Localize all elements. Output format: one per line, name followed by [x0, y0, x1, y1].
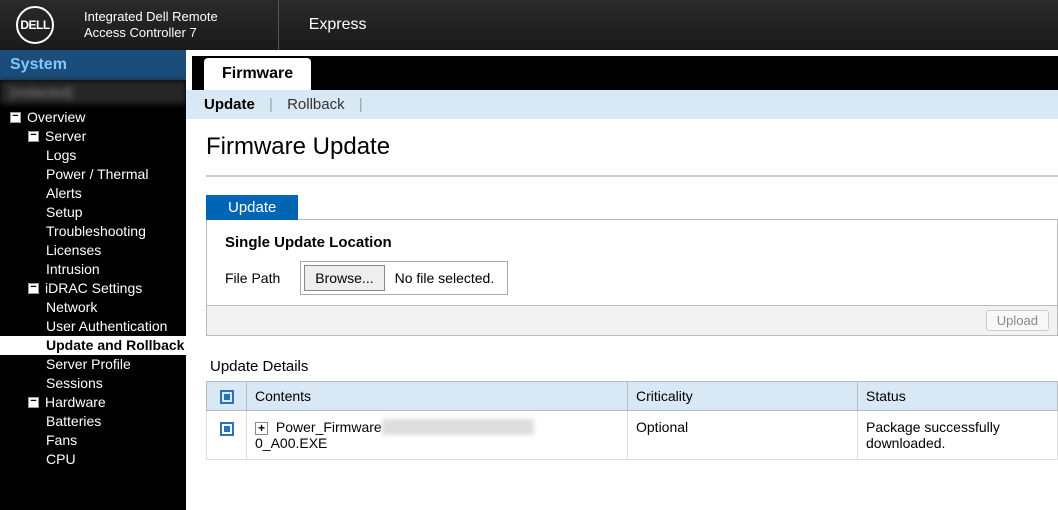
col-status: Status	[858, 382, 1058, 411]
select-all-checkbox[interactable]	[220, 390, 234, 404]
product-title: Integrated Dell Remote Access Controller…	[84, 9, 218, 40]
separator: |	[359, 96, 363, 113]
col-contents: Contents	[247, 382, 628, 411]
table-row: + Power_Firmware_XXXX_XXXXX_XXXX_ 0_A00.…	[207, 411, 1058, 460]
update-details-title: Update Details	[210, 358, 1058, 375]
subtab-update[interactable]: Update	[204, 96, 255, 113]
nav-troubleshooting[interactable]: Troubleshooting	[10, 222, 186, 241]
main-panel: Firmware Update | Rollback | Firmware Up…	[186, 50, 1058, 510]
nav-licenses[interactable]: Licenses	[10, 241, 186, 260]
sub-tabbar: Update | Rollback |	[186, 90, 1058, 119]
collapse-icon[interactable]: −	[28, 131, 39, 142]
subtab-rollback[interactable]: Rollback	[287, 96, 345, 113]
collapse-icon[interactable]: −	[28, 397, 39, 408]
product-title-line1: Integrated Dell Remote	[84, 9, 218, 24]
page-title: Firmware Update	[206, 133, 1058, 161]
nav-tree: −Overview −Server Logs Power / Thermal A…	[0, 104, 186, 469]
nav-hardware[interactable]: −Hardware	[10, 393, 186, 412]
dell-logo: DELL	[16, 6, 54, 44]
package-name-suffix: 0_A00.EXE	[255, 435, 327, 451]
nav-update-rollback[interactable]: Update and Rollback	[0, 336, 186, 355]
nav-user-auth[interactable]: User Authentication	[10, 317, 186, 336]
top-header: DELL Integrated Dell Remote Access Contr…	[0, 0, 1058, 50]
row-checkbox[interactable]	[220, 422, 234, 436]
cell-status: Package successfully downloaded.	[858, 411, 1058, 460]
nav-alerts[interactable]: Alerts	[10, 184, 186, 203]
single-update-box: Single Update Location File Path Browse.…	[206, 219, 1058, 306]
nav-label: Overview	[27, 108, 85, 127]
nav-power-thermal[interactable]: Power / Thermal	[10, 165, 186, 184]
nav-intrusion[interactable]: Intrusion	[10, 260, 186, 279]
nav-cpu[interactable]: CPU	[10, 450, 186, 469]
cell-criticality: Optional	[628, 411, 858, 460]
tab-firmware[interactable]: Firmware	[204, 58, 311, 90]
sidebar: System [redacted] −Overview −Server Logs…	[0, 50, 186, 510]
box-title: Single Update Location	[225, 234, 1039, 251]
nav-network[interactable]: Network	[10, 298, 186, 317]
inner-tab-update[interactable]: Update	[206, 195, 298, 220]
nav-label: iDRAC Settings	[45, 279, 142, 298]
nav-server[interactable]: −Server	[10, 127, 186, 146]
file-chooser: Browse... No file selected.	[300, 261, 508, 295]
product-mode: Express	[278, 0, 367, 50]
sidebar-hostname: [redacted]	[0, 80, 186, 104]
nav-label: Hardware	[45, 393, 106, 412]
divider	[206, 175, 1058, 177]
collapse-icon[interactable]: −	[10, 112, 21, 123]
col-criticality: Criticality	[628, 382, 858, 411]
nav-overview[interactable]: −Overview	[10, 108, 186, 127]
top-tabbar: Firmware	[186, 56, 1058, 90]
browse-button[interactable]: Browse...	[304, 265, 384, 291]
file-path-label: File Path	[225, 270, 280, 286]
product-title-line2: Access Controller 7	[84, 25, 197, 40]
separator: |	[269, 96, 273, 113]
file-chooser-status: No file selected.	[385, 270, 505, 286]
package-name-redacted: _XXXX_XXXXX_XXXX_	[382, 419, 535, 435]
nav-batteries[interactable]: Batteries	[10, 412, 186, 431]
nav-label: Server	[45, 127, 86, 146]
expand-icon[interactable]: +	[255, 422, 268, 435]
action-bar: Upload	[206, 306, 1058, 336]
sidebar-heading: System	[0, 50, 186, 80]
nav-idrac-settings[interactable]: −iDRAC Settings	[10, 279, 186, 298]
nav-logs[interactable]: Logs	[10, 146, 186, 165]
upload-button[interactable]: Upload	[986, 310, 1049, 331]
collapse-icon[interactable]: −	[28, 283, 39, 294]
update-details-table: Contents Criticality Status + Power_Firm…	[206, 381, 1058, 460]
nav-sessions[interactable]: Sessions	[10, 374, 186, 393]
nav-server-profile[interactable]: Server Profile	[10, 355, 186, 374]
package-name-prefix: Power_Firmware	[276, 419, 382, 435]
nav-fans[interactable]: Fans	[10, 431, 186, 450]
nav-setup[interactable]: Setup	[10, 203, 186, 222]
